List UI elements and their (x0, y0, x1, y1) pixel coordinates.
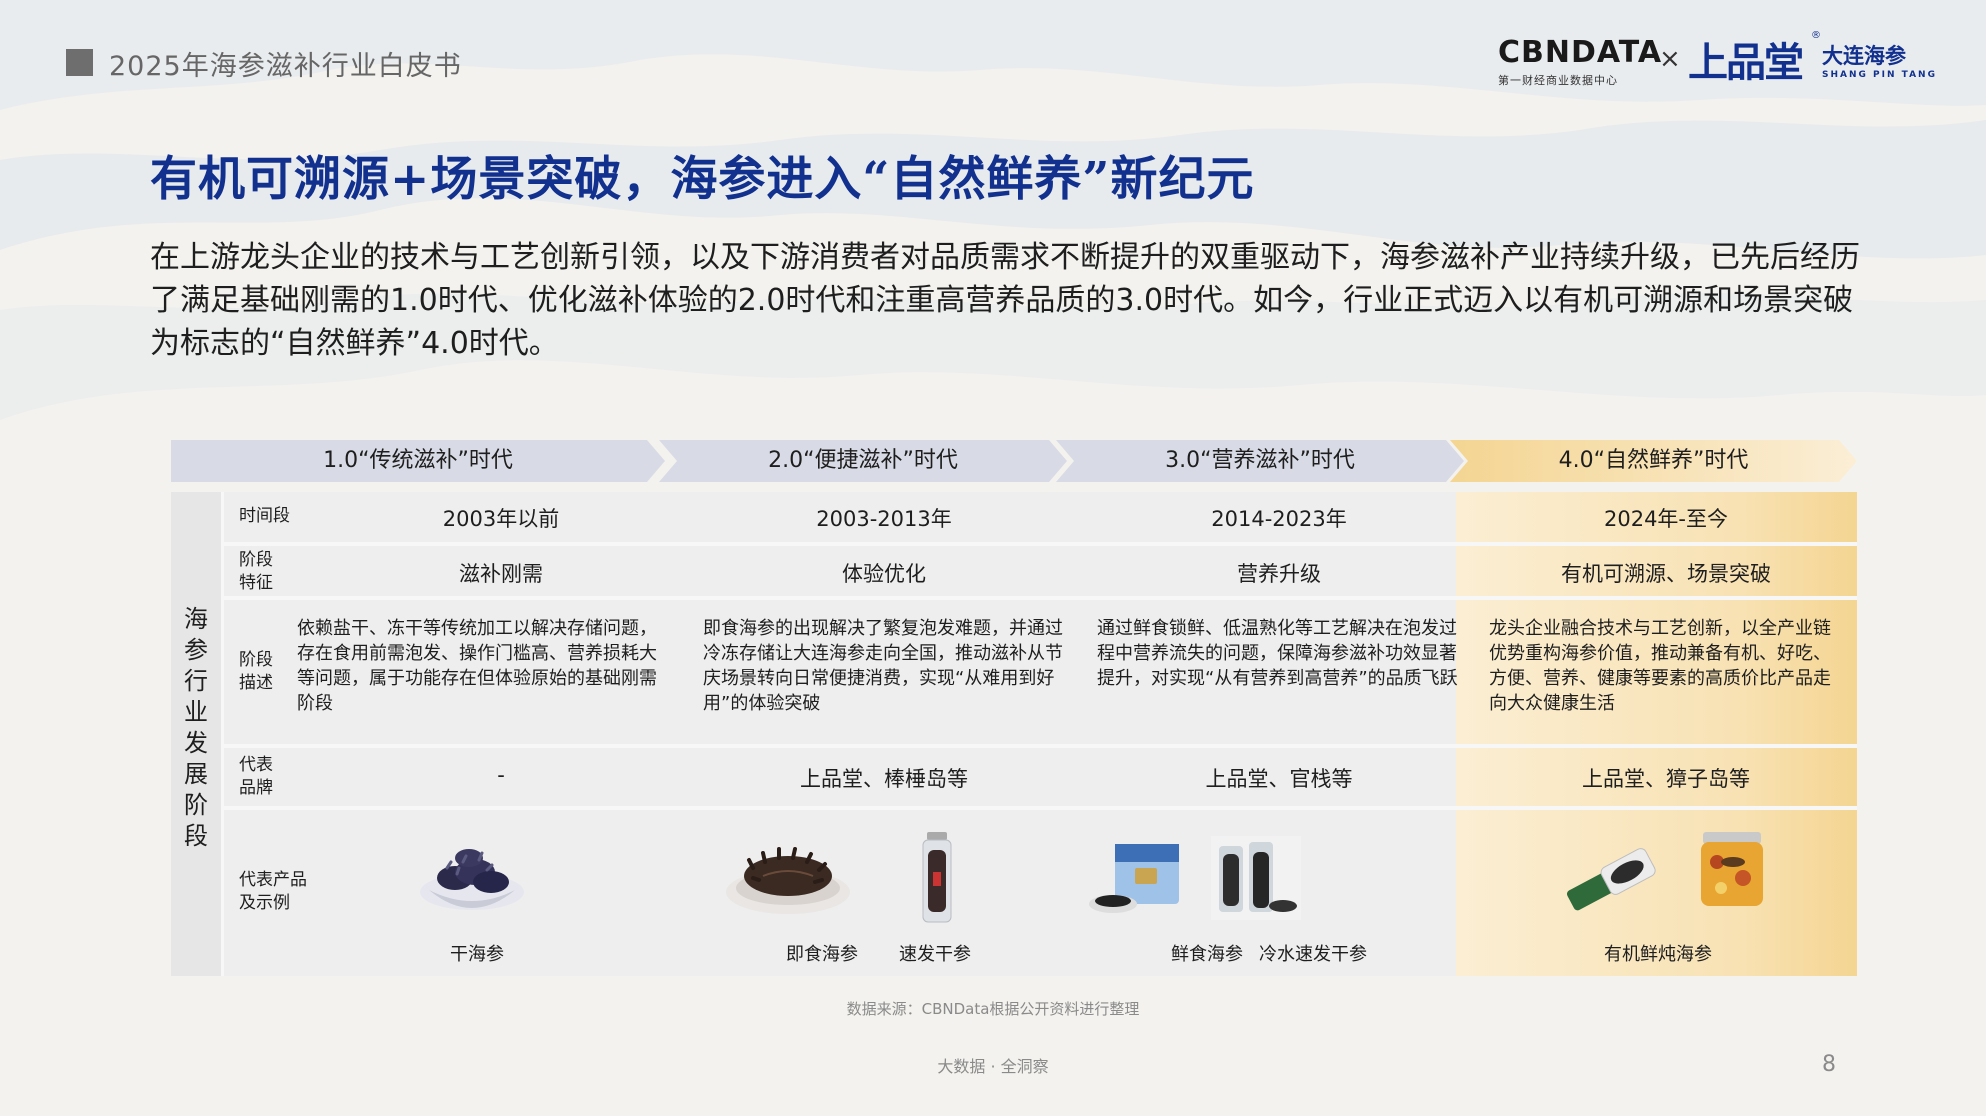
row-label-description: 阶段描述 (239, 650, 273, 693)
product-caption-era-3a: 鲜食海参 (1171, 944, 1243, 965)
intro-paragraph: 在上游龙头企业的技术与工艺创新引领，以及下游消费者对品质需求不断提升的双重驱动下… (150, 240, 1860, 361)
side-label-char: 展 (184, 760, 208, 788)
era-header-label-3: 3.0“营养滋补”时代 (1165, 448, 1355, 473)
side-label-char: 阶 (184, 791, 208, 819)
side-label-char: 参 (184, 636, 208, 664)
shangpintang-logo-en: SHANG PIN TANG (1822, 70, 1937, 80)
registered-mark: ® (1811, 30, 1821, 41)
dried-sea-cucumber-image (420, 849, 524, 910)
era-table: 海 参 行 业 发 展 阶 段 时间段 阶段特征 阶段描述 代表品牌 代表产品及… (171, 492, 1857, 976)
page-title: 有机可溯源+场景突破，海参进入“自然鲜养”新纪元 (150, 152, 1255, 207)
footer-slogan: 大数据 · 全洞察 (937, 1057, 1049, 1076)
table-vertical-divider (221, 492, 224, 976)
feature-era-4: 有机可溯源、场景突破 (1561, 562, 1771, 586)
era-header-label-4: 4.0“自然鲜养”时代 (1558, 448, 1749, 473)
side-label-char: 海 (184, 605, 208, 633)
header-square-mark (66, 49, 93, 76)
side-label-char: 段 (184, 822, 208, 850)
product-caption-era-2b: 速发干参 (899, 944, 971, 965)
data-source-note: 数据来源：CBNData根据公开资料进行整理 (846, 1000, 1140, 1018)
row-divider (224, 806, 1857, 810)
period-era-2: 2003-2013年 (816, 507, 952, 531)
description-era-1: 依赖盐干、冻干等传统加工以解决存储问题，存在食用前需泡发、操作门槛高、营养损耗大… (297, 618, 657, 714)
brands-era-2: 上品堂、棒棰岛等 (800, 767, 968, 791)
period-era-4: 2024年-至今 (1603, 507, 1729, 531)
era-header-4: 4.0“自然鲜养”时代 (1450, 440, 1857, 482)
feature-era-2: 体验优化 (842, 562, 926, 586)
collab-times-sign: × (1659, 44, 1681, 74)
product-caption-era-4: 有机鲜炖海参 (1604, 944, 1712, 965)
side-label-char: 业 (184, 698, 208, 726)
row-label-period: 时间段 (239, 506, 290, 526)
product-caption-era-2a: 即食海参 (786, 944, 858, 965)
era-header-label-2: 2.0“便捷滋补”时代 (768, 448, 958, 473)
organic-stew-pouch-image (1566, 848, 1656, 911)
row-divider (224, 744, 1857, 748)
product-caption-era-3b: 冷水速发干参 (1259, 944, 1367, 965)
page-number: 8 (1822, 1052, 1836, 1077)
period-era-3: 2014-2023年 (1211, 507, 1347, 531)
ready-to-eat-sea-cucumber-image (726, 847, 850, 914)
row-divider (224, 596, 1857, 600)
cbndata-logo: CBNDATA 第一财经商业数据中心 (1498, 35, 1663, 88)
description-era-3: 通过鲜食锁鲜、低温熟化等工艺解决在泡发过程中营养流失的问题，保障海参滋补功效显著… (1097, 618, 1458, 689)
side-label: 海 参 行 业 发 展 阶 段 (171, 604, 221, 852)
brands-era-4: 上品堂、獐子岛等 (1582, 767, 1750, 791)
description-era-2: 即食海参的出现解决了繁复泡发难题，并通过冷冻存储让大连海参走向全国，推动滋补从节… (703, 618, 1063, 714)
product-caption-era-1: 干海参 (450, 944, 504, 965)
cold-water-quick-soak-image (1211, 836, 1301, 920)
period-era-1: 2003年以前 (442, 507, 560, 531)
organic-stew-jar-image (1701, 832, 1763, 906)
row-divider (224, 542, 1857, 546)
row-label-feature: 阶段特征 (239, 550, 273, 593)
report-title: 2025年海参滋补行业白皮书 (109, 51, 462, 82)
brands-era-1: - (497, 763, 505, 787)
row-label-brands: 代表品牌 (239, 755, 273, 798)
shangpintang-logo-glyph: 上品堂 (1688, 39, 1804, 86)
cbndata-logo-text: CBNDATA (1498, 35, 1663, 70)
era-header-1: 1.0“传统滋补”时代 (171, 440, 665, 482)
side-label-char: 行 (184, 667, 208, 695)
row-label-products: 代表产品及示例 (239, 870, 307, 913)
fresh-sea-cucumber-box-image (1089, 844, 1179, 913)
brands-era-3: 上品堂、官栈等 (1205, 767, 1353, 791)
shangpintang-logo-cn: 大连海参 (1822, 44, 1906, 68)
quick-soak-dried-jar-image (922, 832, 952, 923)
feature-era-1: 滋补刚需 (459, 562, 543, 586)
side-label-char: 发 (184, 729, 208, 757)
feature-era-3: 营养升级 (1237, 562, 1321, 586)
era-header-2: 2.0“便捷滋补”时代 (659, 440, 1067, 482)
description-era-4: 龙头企业融合技术与工艺创新，以全产业链优势重构海参价值，推动兼备有机、好吃、方便… (1489, 618, 1831, 714)
cbndata-logo-subtitle: 第一财经商业数据中心 (1498, 74, 1618, 87)
shangpintang-logo: 上品堂 ® 大连海参 SHANG PIN TANG (1688, 30, 1935, 86)
era-header-label-1: 1.0“传统滋补”时代 (323, 448, 513, 473)
era-header-3: 3.0“营养滋补”时代 (1056, 440, 1464, 482)
